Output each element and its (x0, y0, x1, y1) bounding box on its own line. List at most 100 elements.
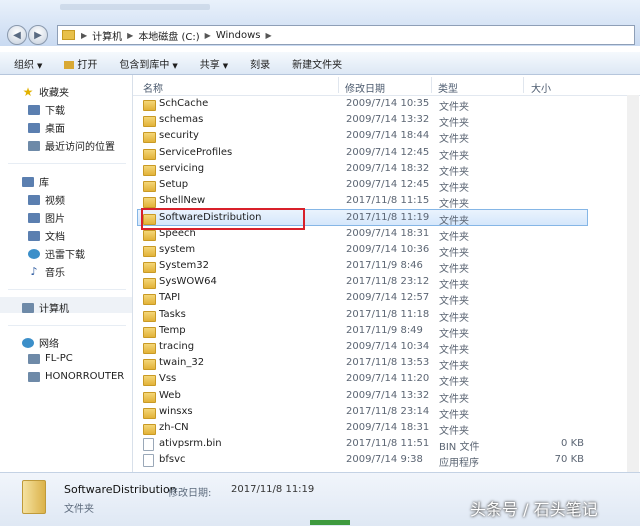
file-row[interactable]: servicing 2009/7/14 18:32 文件夹 (138, 161, 588, 178)
document-icon (28, 230, 40, 241)
file-type: 文件夹 (439, 247, 469, 259)
file-row[interactable]: Tasks 2017/11/8 11:18 文件夹 (138, 307, 588, 324)
sidebar-item-music[interactable]: ♪ 音乐 (28, 264, 65, 279)
breadcrumb-windows[interactable]: Windows (216, 30, 261, 41)
file-modified: 2009/7/14 9:38 (346, 454, 423, 466)
column-header-size[interactable]: 大小 (531, 80, 551, 95)
file-name: SysWOW64 (159, 276, 217, 288)
column-header-modified[interactable]: 修改日期 (345, 80, 385, 95)
share-button[interactable]: 共享 ▼ (200, 56, 228, 71)
sidebar-item-pictures[interactable]: 图片 (28, 210, 65, 225)
pc-icon (28, 353, 40, 364)
file-modified: 2009/7/14 10:34 (346, 341, 430, 352)
column-divider[interactable] (523, 77, 524, 93)
details-item-type: 文件夹 (64, 504, 94, 515)
folder-icon (143, 359, 156, 371)
include-in-library-button[interactable]: 包含到库中 ▼ (119, 56, 177, 71)
file-row[interactable]: SysWOW64 2017/11/8 23:12 文件夹 (138, 274, 588, 291)
open-button[interactable]: 打开 (64, 56, 97, 71)
file-type: 文件夹 (439, 199, 469, 211)
folder-icon (143, 278, 156, 290)
new-folder-button[interactable]: 新建文件夹 (292, 56, 342, 71)
burn-button[interactable]: 刻录 (250, 56, 270, 71)
file-name: TAPI (159, 292, 181, 304)
folder-icon (143, 262, 156, 273)
file-row[interactable]: winsxs 2017/11/8 23:14 文件夹 (138, 404, 588, 421)
file-row[interactable]: security 2009/7/14 18:44 文件夹 (138, 128, 588, 145)
file-row[interactable]: SchCache 2009/7/14 10:35 文件夹 (138, 96, 588, 113)
library-icon (22, 176, 34, 187)
column-header-type[interactable]: 类型 (438, 80, 458, 95)
file-row[interactable]: bfsvc 2009/7/14 9:38 应用程序 70 KB (138, 452, 588, 469)
file-modified: 2009/7/14 12:45 (346, 179, 430, 190)
file-name: winsxs (159, 405, 193, 417)
sidebar-item-documents[interactable]: 文档 (28, 228, 65, 243)
column-header-name[interactable]: 名称 (143, 80, 163, 95)
file-row[interactable]: ServiceProfiles 2009/7/14 12:45 文件夹 (138, 145, 588, 162)
folder-icon (143, 164, 156, 176)
file-modified: 2009/7/14 13:32 (346, 389, 430, 401)
folder-icon (143, 294, 156, 306)
file-row[interactable]: schemas 2009/7/14 13:32 文件夹 (138, 112, 588, 129)
file-modified: 2009/7/14 12:45 (346, 146, 430, 158)
column-divider[interactable] (338, 77, 339, 93)
green-strip (310, 520, 350, 525)
sidebar-item-fl-pc[interactable]: FL-PC (28, 353, 73, 364)
forward-button[interactable]: ▶ (28, 25, 48, 45)
folder-large-icon (22, 480, 46, 514)
file-row[interactable]: zh-CN 2009/7/14 18:31 文件夹 (138, 420, 588, 437)
sidebar-item-videos[interactable]: 视频 (28, 192, 65, 207)
chevron-right-icon: ▶ (204, 30, 211, 40)
address-bar[interactable]: ▶ 计算机 ▶ 本地磁盘 (C:) ▶ Windows ▶ (57, 25, 635, 45)
file-row[interactable]: Setup 2009/7/14 12:45 文件夹 (138, 177, 588, 194)
sidebar-item-honorrouter[interactable]: HONORROUTER (28, 371, 124, 382)
chevron-right-icon: ▶ (81, 30, 88, 40)
file-row[interactable]: ativpsrm.bin 2017/11/8 11:51 BIN 文件 0 KB (138, 436, 588, 454)
file-type: 文件夹 (439, 328, 469, 340)
sidebar-item-computer[interactable]: 计算机 (22, 300, 69, 315)
file-type: 文件夹 (439, 345, 469, 356)
title-bar: ◀ ▶ ▶ 计算机 ▶ 本地磁盘 (C:) ▶ Windows ▶ (0, 0, 640, 46)
file-type: 文件夹 (439, 393, 469, 405)
sidebar-item-thunder-downloads[interactable]: 迅雷下载 (28, 246, 85, 261)
sidebar-item-network[interactable]: 网络 (22, 335, 59, 350)
organize-button[interactable]: 组织 ▼ (14, 56, 42, 71)
file-modified: 2017/11/9 8:46 (346, 260, 423, 271)
column-divider[interactable] (431, 77, 432, 93)
vertical-scrollbar[interactable] (627, 95, 639, 472)
file-row[interactable]: TAPI 2009/7/14 12:57 文件夹 (138, 290, 588, 307)
file-row[interactable]: ShellNew 2017/11/8 11:15 文件夹 (138, 193, 588, 211)
folder-icon (143, 116, 156, 128)
file-type: BIN 文件 (439, 442, 480, 454)
file-row[interactable]: tracing 2009/7/14 10:34 文件夹 (138, 339, 588, 356)
file-name: servicing (159, 162, 205, 174)
file-name: bfsvc (159, 454, 186, 466)
column-header-row: 名称 修改日期 类型 大小 (133, 75, 640, 96)
sidebar-divider (8, 289, 126, 290)
file-modified: 2009/7/14 18:31 (346, 227, 430, 239)
file-row[interactable]: System32 2017/11/9 8:46 文件夹 (138, 258, 588, 275)
sidebar-item-downloads[interactable]: 下载 (28, 102, 65, 117)
star-icon: ★ (22, 84, 34, 99)
breadcrumb-computer[interactable]: 计算机 (92, 28, 122, 43)
breadcrumb-drive-c[interactable]: 本地磁盘 (C:) (138, 28, 199, 43)
file-name: System32 (159, 260, 210, 271)
sidebar-item-libraries[interactable]: 库 (22, 174, 49, 189)
computer-icon (22, 302, 34, 313)
back-button[interactable]: ◀ (7, 25, 27, 45)
sidebar-item-favorites[interactable]: ★ 收藏夹 (22, 84, 69, 100)
file-type: 文件夹 (439, 231, 469, 243)
file-row[interactable]: system 2009/7/14 10:36 文件夹 (138, 242, 588, 259)
file-row[interactable]: Vss 2009/7/14 11:20 文件夹 (138, 371, 588, 388)
thunder-icon (28, 248, 40, 259)
file-modified: 2017/11/8 23:12 (346, 276, 430, 288)
sidebar-item-recent[interactable]: 最近访问的位置 (28, 138, 115, 153)
dropdown-arrow-icon: ▼ (172, 61, 178, 70)
file-type: 文件夹 (439, 409, 469, 421)
file-row[interactable]: Temp 2017/11/9 8:49 文件夹 (138, 323, 588, 340)
sidebar-item-desktop[interactable]: 桌面 (28, 120, 65, 135)
file-row[interactable]: Web 2009/7/14 13:32 文件夹 (138, 388, 588, 405)
file-name: ShellNew (159, 195, 206, 207)
file-row[interactable]: twain_32 2017/11/8 13:53 文件夹 (138, 355, 588, 372)
highlight-annotation-box (141, 208, 305, 230)
